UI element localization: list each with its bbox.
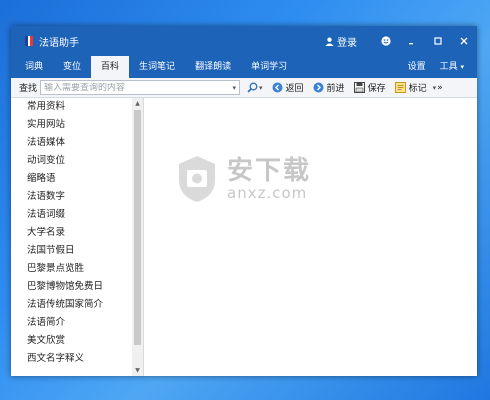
minimize-icon xyxy=(409,43,413,45)
window-title: 法语助手 xyxy=(39,37,79,49)
back-button[interactable]: 返回 xyxy=(272,81,304,94)
scroll-thumb[interactable] xyxy=(134,110,141,345)
app-window: 法语助手 登录 词典 变位 百科 生词笔记 翻译朗读 单词学习 设置 工具 ▾ … xyxy=(11,26,477,376)
sidebar-item[interactable]: 法语数字 xyxy=(11,188,143,206)
maximize-icon xyxy=(434,37,442,45)
scroll-up-icon[interactable]: ▲ xyxy=(132,99,143,109)
close-icon xyxy=(460,37,468,45)
search-button[interactable]: ▾ xyxy=(247,82,263,93)
tab-conjugation[interactable]: 变位 xyxy=(53,56,91,78)
sidebar-item[interactable]: 实用网站 xyxy=(11,116,143,134)
settings-menu[interactable]: 设置 xyxy=(401,56,433,78)
toolbar-overflow-button[interactable]: ▾ » xyxy=(433,83,443,93)
watermark-shield-icon xyxy=(179,156,215,202)
sidebar-item[interactable]: 西文名字释义 xyxy=(11,350,143,368)
tab-bar: 词典 变位 百科 生词笔记 翻译朗读 单词学习 设置 工具 ▾ xyxy=(11,56,477,78)
app-flag-icon xyxy=(25,36,34,46)
forward-button[interactable]: 前进 xyxy=(313,81,345,94)
content-area: 常用资料 实用网站 法语媒体 动词变位 缩略语 法语数字 法语词缀 大学名录 法国节假日 巴黎景点… xyxy=(11,98,477,376)
scroll-down-icon[interactable]: ▼ xyxy=(132,366,143,376)
tab-word-study[interactable]: 单词学习 xyxy=(241,56,297,78)
sidebar-item[interactable]: 法语词缀 xyxy=(11,206,143,224)
search-input[interactable] xyxy=(44,82,225,93)
sidebar-item[interactable]: 美文欣赏 xyxy=(11,332,143,350)
watermark-url: anxz.com xyxy=(227,184,308,202)
floppy-disk-icon xyxy=(353,82,365,93)
sidebar-scrollbar[interactable]: ▲ ▼ xyxy=(132,98,143,376)
search-options-chevron-icon: ▾ xyxy=(259,83,263,92)
save-label: 保存 xyxy=(367,84,386,94)
tools-label: 工具 xyxy=(439,62,458,72)
sidebar-item[interactable]: 法语简介 xyxy=(11,314,143,332)
tab-encyclopedia[interactable]: 百科 xyxy=(91,56,130,78)
sidebar-item[interactable]: 常用资料 xyxy=(11,98,143,116)
skin-button[interactable] xyxy=(373,26,399,56)
sidebar-item[interactable]: 动词变位 xyxy=(11,152,143,170)
search-box: ▾ xyxy=(40,80,241,95)
bookmark-note-icon xyxy=(394,82,406,93)
article-pane: 安下载 anxz.com xyxy=(145,98,477,376)
save-button[interactable]: 保存 xyxy=(353,81,386,94)
tab-translate-read[interactable]: 翻译朗读 xyxy=(185,56,241,78)
close-button[interactable] xyxy=(451,26,477,56)
title-bar: 法语助手 登录 xyxy=(11,26,477,56)
watermark-cn: 安下载 xyxy=(227,156,312,186)
search-dropdown-icon[interactable]: ▾ xyxy=(233,84,237,92)
mark-button[interactable]: 标记 xyxy=(394,81,427,94)
sidebar-item[interactable]: 法国节假日 xyxy=(11,242,143,260)
search-label: 查找 xyxy=(19,84,38,94)
category-list: 常用资料 实用网站 法语媒体 动词变位 缩略语 法语数字 法语词缀 大学名录 法国节假日 巴黎景点… xyxy=(11,98,143,368)
forward-arrow-icon xyxy=(313,82,324,93)
sidebar-item[interactable]: 巴黎景点览胜 xyxy=(11,260,143,278)
minimize-button[interactable] xyxy=(399,26,425,56)
watermark: 安下载 anxz.com xyxy=(175,154,311,204)
sidebar-item[interactable]: 巴黎博物馆免费日 xyxy=(11,278,143,296)
maximize-button[interactable] xyxy=(425,26,451,56)
tab-vocab-notes[interactable]: 生词笔记 xyxy=(129,56,185,78)
magnifier-icon xyxy=(247,82,258,93)
toolbar: 查找 ▾ ▾ 返回 前进 保存 标记 ▾ » xyxy=(11,78,477,98)
back-arrow-icon xyxy=(272,82,283,93)
sidebar-item[interactable]: 缩略语 xyxy=(11,170,143,188)
user-icon xyxy=(325,37,334,46)
back-label: 返回 xyxy=(285,84,304,94)
login-button[interactable]: 登录 xyxy=(325,34,357,49)
login-label: 登录 xyxy=(337,37,357,49)
smiley-icon xyxy=(381,36,391,46)
sidebar-item[interactable]: 法语媒体 xyxy=(11,134,143,152)
chevron-down-icon: ▾ xyxy=(460,63,464,71)
encyclopedia-sidebar: 常用资料 实用网站 法语媒体 动词变位 缩略语 法语数字 法语词缀 大学名录 法国节假日 巴黎景点… xyxy=(11,98,144,376)
tab-dictionary[interactable]: 词典 xyxy=(11,56,53,78)
overflow-chevron-icon: ▾ xyxy=(432,83,437,92)
sidebar-item[interactable]: 法语传统国家简介 xyxy=(11,296,143,314)
forward-label: 前进 xyxy=(326,84,345,94)
mark-label: 标记 xyxy=(408,84,427,94)
tools-menu[interactable]: 工具 ▾ xyxy=(433,56,471,78)
overflow-label: » xyxy=(437,82,443,93)
sidebar-item[interactable]: 大学名录 xyxy=(11,224,143,242)
